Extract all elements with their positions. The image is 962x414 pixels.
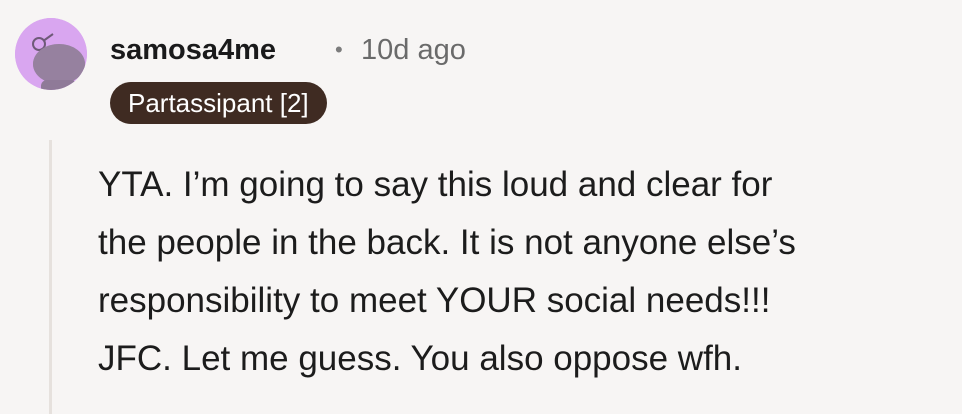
meta-separator: • <box>335 37 343 62</box>
comment-timestamp[interactable]: 10d ago <box>361 30 466 70</box>
comment-body: YTA. I’m going to say this loud and clea… <box>98 156 948 388</box>
comment-line: responsibility to meet YOUR social needs… <box>98 281 771 320</box>
user-flair-badge: Partassipant [2] <box>110 82 327 124</box>
thread-line[interactable] <box>49 140 52 414</box>
comment-line: JFC. Let me guess. You also oppose wfh. <box>98 339 742 378</box>
avatar[interactable] <box>15 18 87 90</box>
comment-line: YTA. I’m going to say this loud and clea… <box>98 165 773 204</box>
snoo-avatar-icon <box>15 18 87 90</box>
comment-line: the people in the back. It is not anyone… <box>98 223 796 262</box>
username-link[interactable]: samosa4me <box>110 30 276 70</box>
